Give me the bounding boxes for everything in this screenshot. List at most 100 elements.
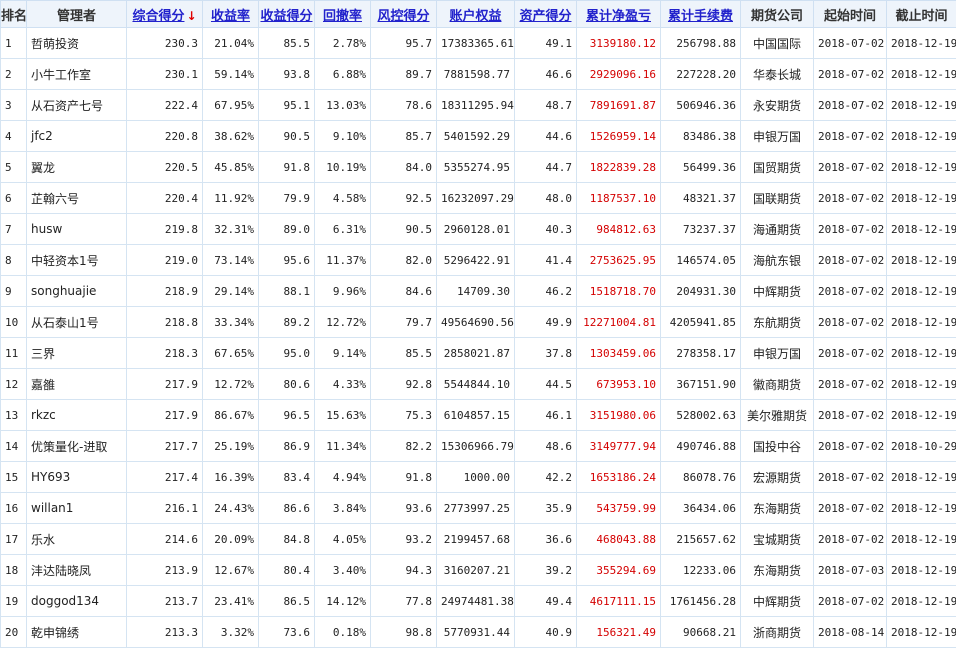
column-header-label: 期货公司 bbox=[750, 8, 803, 24]
cell-return-rate: 3.32% bbox=[202, 616, 259, 648]
cell-total-score: 220.4 bbox=[126, 182, 203, 214]
cell-net-profit: 2929096.16 bbox=[576, 58, 661, 90]
cell-manager: 乾申锦绣 bbox=[26, 616, 127, 648]
cell-account-equity: 2858021.87 bbox=[436, 337, 515, 369]
cell-total-fees: 83486.38 bbox=[660, 120, 741, 152]
cell-asset-score: 44.7 bbox=[514, 151, 577, 183]
cell-return-score: 96.5 bbox=[258, 399, 315, 431]
ranking-table: 排名 管理者 综合得分 ↓ 收益率 收益得分 回撤率 风控得分 账户权益 资产得分 累计净盈亏 累计手… bbox=[0, 0, 956, 648]
cell-futures-company: 徽商期货 bbox=[740, 368, 814, 400]
cell-end-date: 2018-12-19 bbox=[886, 492, 956, 524]
cell-asset-score: 48.0 bbox=[514, 182, 577, 214]
table-row: 8 中轻资本1号 219.0 73.14% 95.6 11.37% 82.0 5296422.… bbox=[0, 244, 956, 276]
column-header-label: 起始时间 bbox=[823, 8, 876, 24]
cell-account-equity: 5770931.44 bbox=[436, 616, 515, 648]
cell-futures-company: 东海期货 bbox=[740, 554, 814, 586]
cell-start-date: 2018-07-02 bbox=[813, 213, 887, 245]
column-header-drawdown-rate[interactable]: 回撤率 bbox=[314, 0, 371, 28]
cell-total-fees: 56499.36 bbox=[660, 151, 741, 183]
cell-futures-company: 宏源期货 bbox=[740, 461, 814, 493]
cell-return-rate: 21.04% bbox=[202, 27, 259, 59]
cell-account-equity: 5544844.10 bbox=[436, 368, 515, 400]
cell-total-fees: 256798.88 bbox=[660, 27, 741, 59]
column-header-label: 账户权益 bbox=[449, 8, 502, 24]
cell-total-fees: 86078.76 bbox=[660, 461, 741, 493]
table-row: 10 从石泰山1号 218.8 33.34% 89.2 12.72% 79.7 4956469… bbox=[0, 306, 956, 338]
cell-return-score: 95.6 bbox=[258, 244, 315, 276]
cell-account-equity: 2773997.25 bbox=[436, 492, 515, 524]
cell-end-date: 2018-12-19 bbox=[886, 151, 956, 183]
column-header-label: 风控得分 bbox=[377, 8, 430, 24]
cell-return-rate: 32.31% bbox=[202, 213, 259, 245]
cell-total-fees: 227228.20 bbox=[660, 58, 741, 90]
cell-net-profit: 1187537.10 bbox=[576, 182, 661, 214]
cell-total-fees: 506946.36 bbox=[660, 89, 741, 121]
cell-risk-score: 85.5 bbox=[370, 337, 437, 369]
cell-drawdown-rate: 14.12% bbox=[314, 585, 371, 617]
cell-start-date: 2018-07-02 bbox=[813, 27, 887, 59]
cell-total-score: 219.8 bbox=[126, 213, 203, 245]
cell-futures-company: 国贸期货 bbox=[740, 151, 814, 183]
column-header-asset-score[interactable]: 资产得分 bbox=[514, 0, 577, 28]
cell-total-fees: 204931.30 bbox=[660, 275, 741, 307]
column-header-total-fees[interactable]: 累计手续费 bbox=[660, 0, 741, 28]
cell-return-score: 73.6 bbox=[258, 616, 315, 648]
cell-start-date: 2018-07-02 bbox=[813, 585, 887, 617]
cell-return-rate: 38.62% bbox=[202, 120, 259, 152]
column-header-rank: 排名 bbox=[0, 0, 27, 28]
column-header-risk-score[interactable]: 风控得分 bbox=[370, 0, 437, 28]
cell-total-score: 213.9 bbox=[126, 554, 203, 586]
cell-risk-score: 75.3 bbox=[370, 399, 437, 431]
cell-asset-score: 40.9 bbox=[514, 616, 577, 648]
cell-start-date: 2018-07-02 bbox=[813, 461, 887, 493]
cell-account-equity: 6104857.15 bbox=[436, 399, 515, 431]
cell-risk-score: 82.2 bbox=[370, 430, 437, 462]
cell-asset-score: 48.6 bbox=[514, 430, 577, 462]
table-row: 14 优策量化-进取 217.7 25.19% 86.9 11.34% 82.2 153069… bbox=[0, 430, 956, 462]
cell-rank: 3 bbox=[0, 89, 27, 121]
cell-return-score: 90.5 bbox=[258, 120, 315, 152]
table-row: 1 哲萌投资 230.3 21.04% 85.5 2.78% 95.7 17383365.61… bbox=[0, 27, 956, 59]
cell-drawdown-rate: 4.58% bbox=[314, 182, 371, 214]
cell-return-score: 80.6 bbox=[258, 368, 315, 400]
cell-drawdown-rate: 9.96% bbox=[314, 275, 371, 307]
cell-futures-company: 申银万国 bbox=[740, 120, 814, 152]
cell-asset-score: 46.6 bbox=[514, 58, 577, 90]
table-row: 17 乐水 214.6 20.09% 84.8 4.05% 93.2 2199457.68 36… bbox=[0, 523, 956, 555]
column-header-account-equity[interactable]: 账户权益 bbox=[436, 0, 515, 28]
column-header-label: 回撤率 bbox=[322, 8, 362, 24]
cell-asset-score: 41.4 bbox=[514, 244, 577, 276]
cell-account-equity: 16232097.29 bbox=[436, 182, 515, 214]
cell-total-fees: 90668.21 bbox=[660, 616, 741, 648]
cell-return-score: 86.6 bbox=[258, 492, 315, 524]
table-row: 6 芷翰六号 220.4 11.92% 79.9 4.58% 92.5 16232097.29… bbox=[0, 182, 956, 214]
cell-futures-company: 海航东银 bbox=[740, 244, 814, 276]
cell-manager: HY693 bbox=[26, 461, 127, 493]
cell-end-date: 2018-12-19 bbox=[886, 523, 956, 555]
cell-end-date: 2018-10-29 bbox=[886, 430, 956, 462]
cell-account-equity: 1000.00 bbox=[436, 461, 515, 493]
cell-total-score: 217.7 bbox=[126, 430, 203, 462]
cell-return-rate: 67.65% bbox=[202, 337, 259, 369]
cell-futures-company: 宝城期货 bbox=[740, 523, 814, 555]
cell-futures-company: 东海期货 bbox=[740, 492, 814, 524]
cell-account-equity: 5296422.91 bbox=[436, 244, 515, 276]
column-header-return-rate[interactable]: 收益率 bbox=[202, 0, 259, 28]
cell-drawdown-rate: 11.37% bbox=[314, 244, 371, 276]
column-header-return-score[interactable]: 收益得分 bbox=[258, 0, 315, 28]
cell-rank: 5 bbox=[0, 151, 27, 183]
cell-asset-score: 35.9 bbox=[514, 492, 577, 524]
cell-total-score: 217.9 bbox=[126, 399, 203, 431]
cell-rank: 18 bbox=[0, 554, 27, 586]
cell-end-date: 2018-12-19 bbox=[886, 89, 956, 121]
cell-manager: willan1 bbox=[26, 492, 127, 524]
cell-asset-score: 37.8 bbox=[514, 337, 577, 369]
cell-start-date: 2018-07-03 bbox=[813, 554, 887, 586]
cell-futures-company: 申银万国 bbox=[740, 337, 814, 369]
column-header-total-score[interactable]: 综合得分 ↓ bbox=[126, 0, 203, 28]
column-header-net-profit[interactable]: 累计净盈亏 bbox=[576, 0, 661, 28]
cell-risk-score: 84.6 bbox=[370, 275, 437, 307]
cell-return-score: 85.5 bbox=[258, 27, 315, 59]
cell-rank: 7 bbox=[0, 213, 27, 245]
cell-return-score: 79.9 bbox=[258, 182, 315, 214]
